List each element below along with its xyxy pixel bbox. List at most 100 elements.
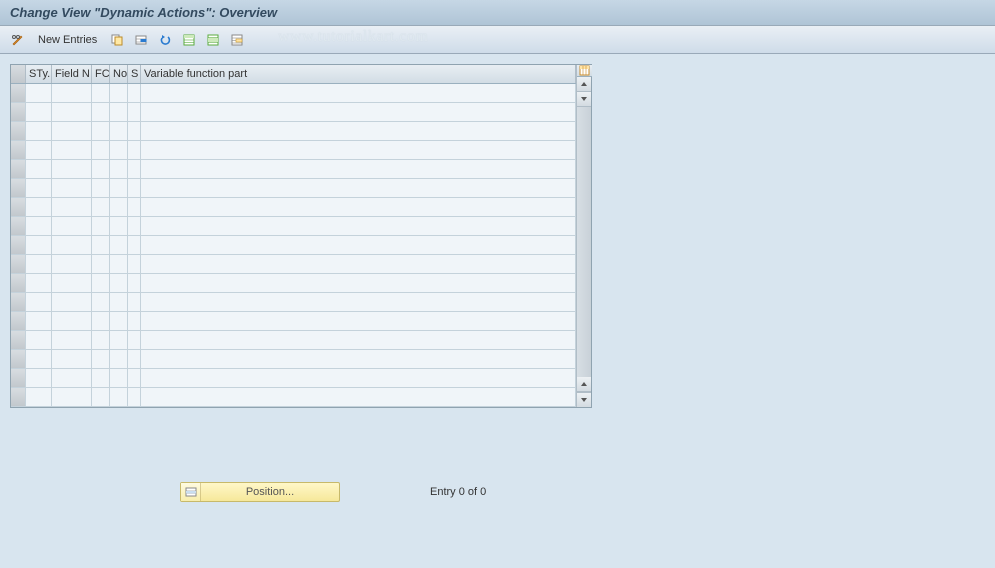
cell-variable-part[interactable]	[141, 350, 576, 368]
cell-variable-part[interactable]	[141, 236, 576, 254]
cell-s[interactable]	[128, 179, 141, 197]
row-selector[interactable]	[11, 122, 26, 140]
cell-no[interactable]	[110, 388, 128, 406]
cell-fc[interactable]	[92, 331, 110, 349]
cell-fc[interactable]	[92, 217, 110, 235]
grid-header-sty[interactable]: STy.	[26, 65, 52, 83]
cell-fc[interactable]	[92, 388, 110, 406]
cell-variable-part[interactable]	[141, 179, 576, 197]
cell-variable-part[interactable]	[141, 274, 576, 292]
cell-sty[interactable]	[26, 255, 52, 273]
cell-field-n[interactable]	[52, 274, 92, 292]
cell-s[interactable]	[128, 293, 141, 311]
cell-fc[interactable]	[92, 84, 110, 102]
cell-variable-part[interactable]	[141, 293, 576, 311]
row-selector[interactable]	[11, 179, 26, 197]
cell-fc[interactable]	[92, 274, 110, 292]
cell-sty[interactable]	[26, 236, 52, 254]
cell-s[interactable]	[128, 369, 141, 387]
cell-s[interactable]	[128, 122, 141, 140]
cell-sty[interactable]	[26, 179, 52, 197]
cell-field-n[interactable]	[52, 331, 92, 349]
cell-no[interactable]	[110, 198, 128, 216]
cell-s[interactable]	[128, 255, 141, 273]
cell-no[interactable]	[110, 369, 128, 387]
cell-fc[interactable]	[92, 103, 110, 121]
grid-configure-button[interactable]	[577, 65, 592, 77]
cell-no[interactable]	[110, 103, 128, 121]
row-selector[interactable]	[11, 312, 26, 330]
grid-header-fc[interactable]: FC	[92, 65, 110, 83]
scroll-up-button[interactable]	[577, 77, 591, 92]
undo-button[interactable]	[155, 30, 175, 50]
cell-field-n[interactable]	[52, 312, 92, 330]
cell-sty[interactable]	[26, 274, 52, 292]
cell-s[interactable]	[128, 236, 141, 254]
cell-no[interactable]	[110, 331, 128, 349]
cell-sty[interactable]	[26, 122, 52, 140]
cell-s[interactable]	[128, 198, 141, 216]
cell-fc[interactable]	[92, 141, 110, 159]
cell-sty[interactable]	[26, 388, 52, 406]
cell-s[interactable]	[128, 217, 141, 235]
row-selector[interactable]	[11, 255, 26, 273]
cell-sty[interactable]	[26, 369, 52, 387]
delete-button[interactable]	[131, 30, 151, 50]
row-selector[interactable]	[11, 331, 26, 349]
cell-variable-part[interactable]	[141, 122, 576, 140]
cell-variable-part[interactable]	[141, 388, 576, 406]
cell-field-n[interactable]	[52, 122, 92, 140]
cell-no[interactable]	[110, 350, 128, 368]
cell-no[interactable]	[110, 84, 128, 102]
cell-variable-part[interactable]	[141, 160, 576, 178]
cell-sty[interactable]	[26, 293, 52, 311]
scrollbar-track[interactable]	[577, 107, 591, 377]
cell-field-n[interactable]	[52, 141, 92, 159]
cell-fc[interactable]	[92, 122, 110, 140]
row-selector[interactable]	[11, 350, 26, 368]
cell-field-n[interactable]	[52, 160, 92, 178]
cell-field-n[interactable]	[52, 350, 92, 368]
cell-variable-part[interactable]	[141, 312, 576, 330]
row-selector[interactable]	[11, 160, 26, 178]
grid-header-variable-part[interactable]: Variable function part	[141, 65, 576, 83]
cell-sty[interactable]	[26, 103, 52, 121]
cell-field-n[interactable]	[52, 388, 92, 406]
cell-sty[interactable]	[26, 84, 52, 102]
deselect-all-button[interactable]	[227, 30, 247, 50]
cell-s[interactable]	[128, 274, 141, 292]
cell-variable-part[interactable]	[141, 217, 576, 235]
cell-fc[interactable]	[92, 312, 110, 330]
grid-header-no[interactable]: No	[110, 65, 128, 83]
toggle-display-change-button[interactable]	[8, 30, 28, 50]
cell-s[interactable]	[128, 160, 141, 178]
cell-no[interactable]	[110, 141, 128, 159]
position-button[interactable]: Position...	[180, 482, 340, 502]
cell-sty[interactable]	[26, 141, 52, 159]
cell-field-n[interactable]	[52, 255, 92, 273]
cell-fc[interactable]	[92, 255, 110, 273]
grid-header-s[interactable]: S	[128, 65, 141, 83]
cell-no[interactable]	[110, 217, 128, 235]
cell-no[interactable]	[110, 122, 128, 140]
row-selector[interactable]	[11, 274, 26, 292]
cell-no[interactable]	[110, 160, 128, 178]
cell-fc[interactable]	[92, 350, 110, 368]
cell-sty[interactable]	[26, 160, 52, 178]
row-selector[interactable]	[11, 217, 26, 235]
row-selector[interactable]	[11, 236, 26, 254]
cell-field-n[interactable]	[52, 217, 92, 235]
row-selector[interactable]	[11, 84, 26, 102]
cell-fc[interactable]	[92, 179, 110, 197]
cell-variable-part[interactable]	[141, 84, 576, 102]
cell-field-n[interactable]	[52, 236, 92, 254]
cell-s[interactable]	[128, 350, 141, 368]
cell-variable-part[interactable]	[141, 255, 576, 273]
grid-header-field-n[interactable]: Field N	[52, 65, 92, 83]
cell-sty[interactable]	[26, 312, 52, 330]
cell-no[interactable]	[110, 312, 128, 330]
cell-no[interactable]	[110, 293, 128, 311]
cell-no[interactable]	[110, 236, 128, 254]
cell-variable-part[interactable]	[141, 141, 576, 159]
cell-no[interactable]	[110, 274, 128, 292]
